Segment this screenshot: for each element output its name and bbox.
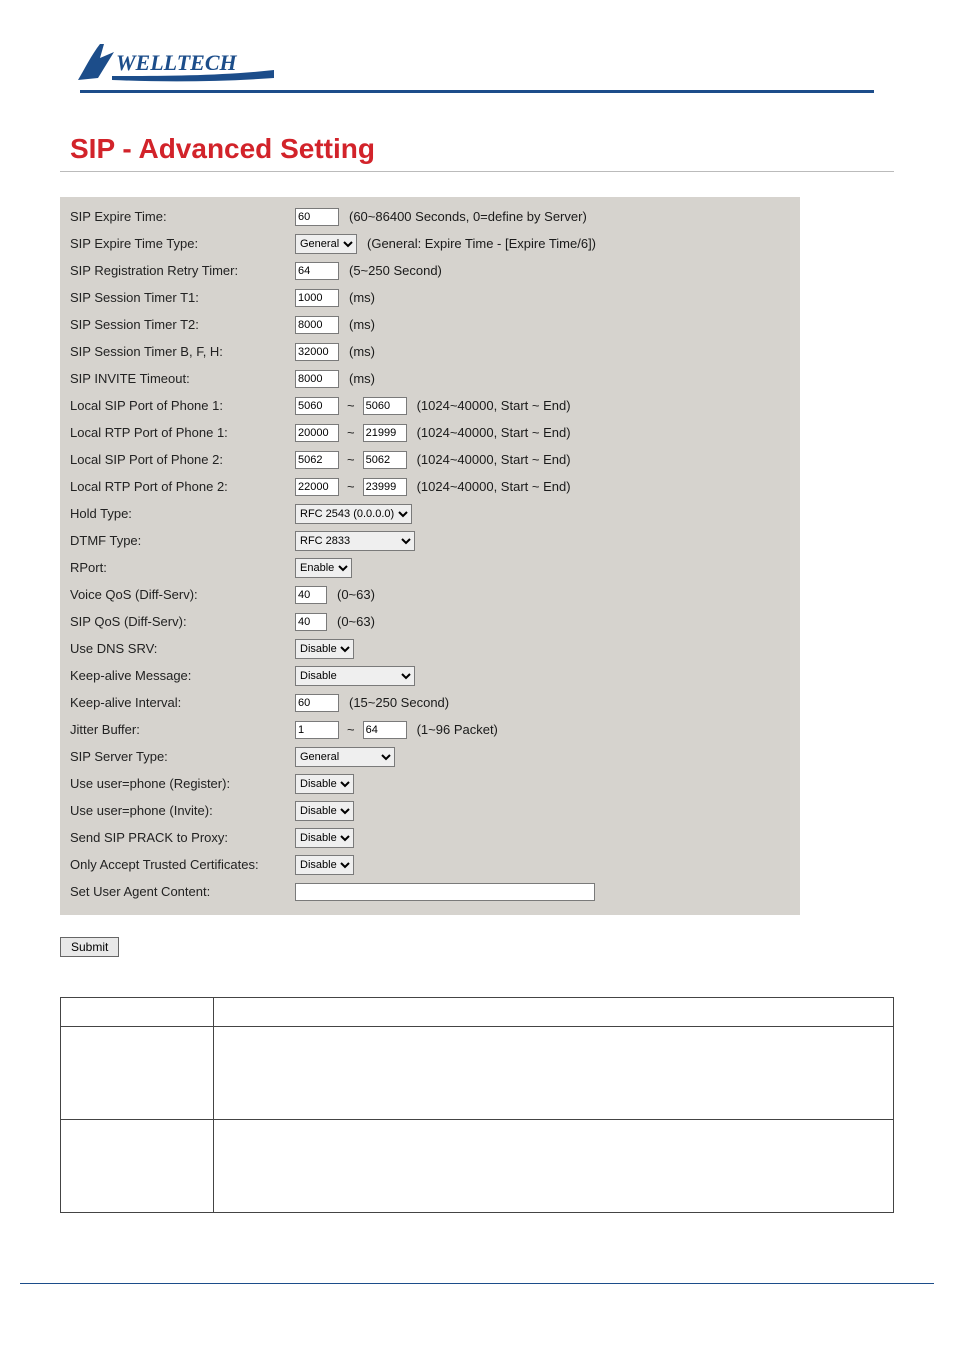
settings-form: SIP Expire Time: (60~86400 Seconds, 0=de… [60, 197, 800, 915]
brand-logo: WELLTECH [70, 40, 894, 88]
input-rtp-port2-end[interactable] [363, 478, 407, 496]
title-rule [60, 171, 894, 172]
hint-sip-port1: (1024~40000, Start ~ End) [417, 398, 571, 413]
label-tbfh: SIP Session Timer B, F, H: [70, 344, 295, 359]
hint-rtp-port1: (1024~40000, Start ~ End) [417, 425, 571, 440]
label-hold-type: Hold Type: [70, 506, 295, 521]
label-server-type: SIP Server Type: [70, 749, 295, 764]
range-sep: ~ [343, 479, 359, 494]
input-tbfh[interactable] [295, 343, 339, 361]
description-table [60, 997, 894, 1213]
select-server-type[interactable]: General [295, 747, 395, 767]
select-trusted-cert[interactable]: Disable [295, 855, 354, 875]
hint-jitter: (1~96 Packet) [417, 722, 498, 737]
label-sip-port1: Local SIP Port of Phone 1: [70, 398, 295, 413]
input-sip-port1-start[interactable] [295, 397, 339, 415]
label-expire-type: SIP Expire Time Type: [70, 236, 295, 251]
label-trusted-cert: Only Accept Trusted Certificates: [70, 857, 295, 872]
brand-text: WELLTECH [116, 50, 238, 75]
hint-keepalive-int: (15~250 Second) [349, 695, 449, 710]
hint-t1: (ms) [349, 290, 375, 305]
input-user-agent[interactable] [295, 883, 595, 901]
input-invite-to[interactable] [295, 370, 339, 388]
label-jitter: Jitter Buffer: [70, 722, 295, 737]
footer-rule [20, 1283, 934, 1284]
page-title: SIP - Advanced Setting [70, 133, 894, 165]
label-rtp-port2: Local RTP Port of Phone 2: [70, 479, 295, 494]
hint-expire-type: (General: Expire Time - [Expire Time/6]) [367, 236, 596, 251]
select-keepalive-msg[interactable]: Disable [295, 666, 415, 686]
input-rtp-port2-start[interactable] [295, 478, 339, 496]
select-rport[interactable]: Enable [295, 558, 352, 578]
input-rtp-port1-end[interactable] [363, 424, 407, 442]
label-voice-qos: Voice QoS (Diff-Serv): [70, 587, 295, 602]
range-sep: ~ [343, 398, 359, 413]
label-keepalive-msg: Keep-alive Message: [70, 668, 295, 683]
select-userphone-reg[interactable]: Disable [295, 774, 354, 794]
label-userphone-inv: Use user=phone (Invite): [70, 803, 295, 818]
label-dns-srv: Use DNS SRV: [70, 641, 295, 656]
input-retry-timer[interactable] [295, 262, 339, 280]
select-hold-type[interactable]: RFC 2543 (0.0.0.0) [295, 504, 412, 524]
hint-expire-time: (60~86400 Seconds, 0=define by Server) [349, 209, 587, 224]
select-send-prack[interactable]: Disable [295, 828, 354, 848]
submit-button[interactable]: Submit [60, 937, 119, 957]
input-voice-qos[interactable] [295, 586, 327, 604]
header-rule [80, 90, 874, 93]
input-sip-port2-end[interactable] [363, 451, 407, 469]
hint-sip-qos: (0~63) [337, 614, 375, 629]
label-rtp-port1: Local RTP Port of Phone 1: [70, 425, 295, 440]
label-invite-to: SIP INVITE Timeout: [70, 371, 295, 386]
label-rport: RPort: [70, 560, 295, 575]
input-sip-port1-end[interactable] [363, 397, 407, 415]
input-sip-port2-start[interactable] [295, 451, 339, 469]
hint-retry-timer: (5~250 Second) [349, 263, 442, 278]
input-keepalive-int[interactable] [295, 694, 339, 712]
label-userphone-reg: Use user=phone (Register): [70, 776, 295, 791]
input-jitter-end[interactable] [363, 721, 407, 739]
hint-rtp-port2: (1024~40000, Start ~ End) [417, 479, 571, 494]
range-sep: ~ [343, 425, 359, 440]
hint-sip-port2: (1024~40000, Start ~ End) [417, 452, 571, 467]
range-sep: ~ [343, 452, 359, 467]
label-send-prack: Send SIP PRACK to Proxy: [70, 830, 295, 845]
label-expire-time: SIP Expire Time: [70, 209, 295, 224]
label-sip-qos: SIP QoS (Diff-Serv): [70, 614, 295, 629]
input-rtp-port1-start[interactable] [295, 424, 339, 442]
hint-invite-to: (ms) [349, 371, 375, 386]
input-expire-time[interactable] [295, 208, 339, 226]
select-dns-srv[interactable]: Disable [295, 639, 354, 659]
select-expire-type[interactable]: General [295, 234, 357, 254]
label-t2: SIP Session Timer T2: [70, 317, 295, 332]
hint-t2: (ms) [349, 317, 375, 332]
select-dtmf-type[interactable]: RFC 2833 [295, 531, 415, 551]
label-user-agent: Set User Agent Content: [70, 884, 295, 899]
label-t1: SIP Session Timer T1: [70, 290, 295, 305]
select-userphone-inv[interactable]: Disable [295, 801, 354, 821]
input-sip-qos[interactable] [295, 613, 327, 631]
label-sip-port2: Local SIP Port of Phone 2: [70, 452, 295, 467]
hint-voice-qos: (0~63) [337, 587, 375, 602]
hint-tbfh: (ms) [349, 344, 375, 359]
input-jitter-start[interactable] [295, 721, 339, 739]
range-sep: ~ [343, 722, 359, 737]
label-dtmf-type: DTMF Type: [70, 533, 295, 548]
label-retry-timer: SIP Registration Retry Timer: [70, 263, 295, 278]
label-keepalive-int: Keep-alive Interval: [70, 695, 295, 710]
input-t2[interactable] [295, 316, 339, 334]
input-t1[interactable] [295, 289, 339, 307]
